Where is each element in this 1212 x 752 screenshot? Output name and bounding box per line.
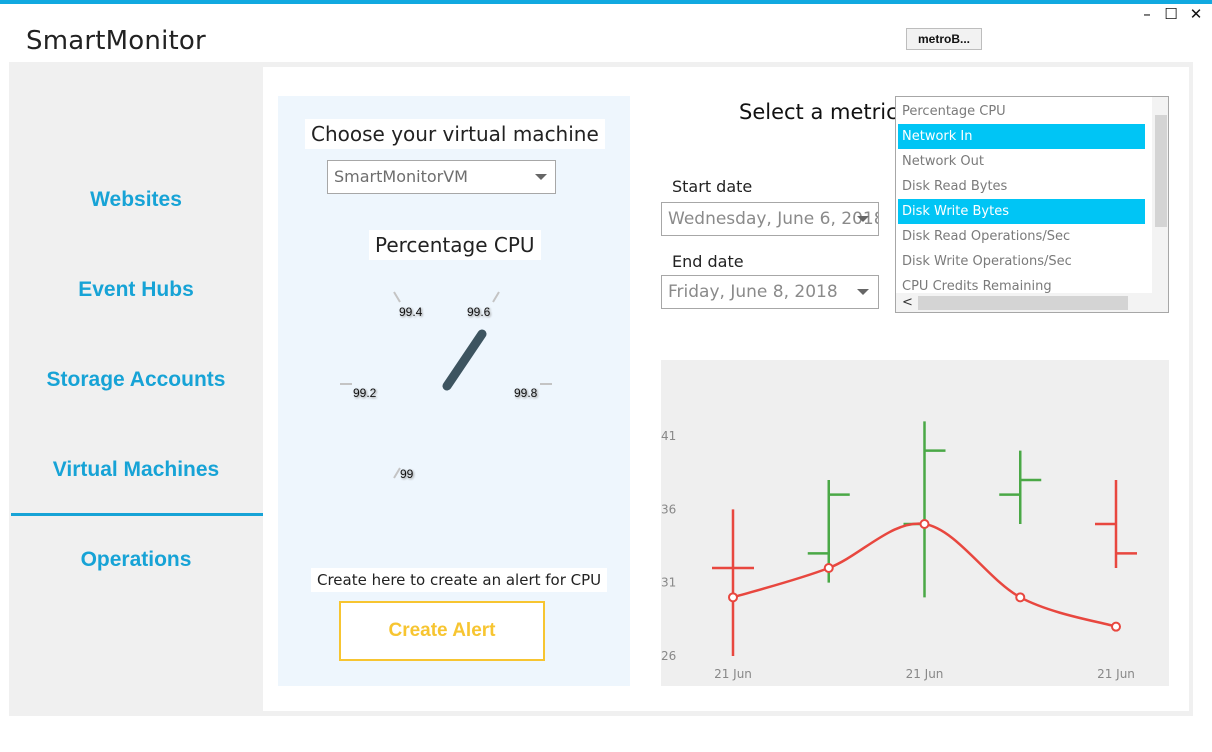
y-tick-label: 31 [661, 576, 676, 590]
chevron-down-icon[interactable] [857, 216, 869, 222]
chevron-down-icon[interactable] [857, 289, 869, 295]
y-tick-label: 26 [661, 649, 676, 663]
end-date-picker[interactable]: Friday, June 8, 2018 [661, 275, 879, 309]
metric-option[interactable]: Disk Write Operations/Sec [898, 249, 1145, 274]
gauge-label-99: 99 [400, 467, 414, 481]
sidebar-selection-indicator [11, 513, 263, 516]
metric-list-horizontal-scrollbar[interactable]: < [896, 293, 1168, 312]
gauge-label-99-6: 99.6 [467, 305, 491, 319]
metric-option[interactable]: Disk Read Operations/Sec [898, 224, 1145, 249]
vm-dropdown-value: SmartMonitorVM [334, 167, 468, 186]
chevron-down-icon[interactable] [535, 174, 547, 180]
start-date-label: Start date [672, 177, 753, 196]
x-tick-label: 21 Jun [714, 667, 752, 681]
gauge-tick [393, 291, 401, 303]
metric-chart: 26 31 36 41 21 Jun 21 Jun 21 Jun [661, 360, 1169, 686]
start-date-value: Wednesday, June 6, 2018 [668, 209, 879, 229]
scrollbar-thumb[interactable] [918, 296, 1128, 310]
sidebar-item-websites[interactable]: Websites [9, 188, 263, 212]
gauge-tick [492, 291, 500, 303]
metric-chart-svg: 26 31 36 41 21 Jun 21 Jun 21 Jun [661, 421, 1137, 681]
metric-list-vertical-scrollbar[interactable] [1152, 97, 1168, 293]
end-date-label: End date [672, 252, 744, 271]
metric-option[interactable]: Network Out [898, 149, 1145, 174]
x-tick-label: 21 Jun [906, 667, 944, 681]
metric-option[interactable]: Network In [898, 124, 1145, 149]
sidebar-item-storage-accounts[interactable]: Storage Accounts [9, 368, 263, 392]
sidebar-item-event-hubs[interactable]: Event Hubs [9, 278, 263, 302]
series-point [823, 563, 834, 573]
metric-listbox[interactable]: Percentage CPU Network In Network Out Di… [895, 96, 1169, 313]
metric-option[interactable]: Disk Read Bytes [898, 174, 1145, 199]
series-point [919, 519, 930, 529]
y-tick-label: 36 [661, 502, 676, 516]
select-metric-label: Select a metric [739, 100, 898, 124]
window-accent-bar [0, 0, 1212, 4]
start-date-picker[interactable]: Wednesday, June 6, 2018 [661, 202, 879, 236]
x-tick-label: 21 Jun [1097, 667, 1135, 681]
series-point [1111, 621, 1121, 632]
create-alert-button[interactable]: Create Alert [339, 601, 545, 661]
theme-button[interactable]: metroB... [906, 28, 982, 50]
vm-dropdown[interactable]: SmartMonitorVM [327, 160, 556, 194]
minimize-icon[interactable]: – [1139, 6, 1155, 22]
metric-option[interactable]: Percentage CPU [898, 99, 1145, 124]
gauge-label-99-2: 99.2 [353, 386, 377, 400]
series-point [1015, 592, 1026, 603]
series-point [728, 592, 738, 603]
sidebar-item-virtual-machines[interactable]: Virtual Machines [9, 458, 263, 482]
end-date-value: Friday, June 8, 2018 [668, 282, 838, 302]
maximize-icon[interactable]: ☐ [1163, 6, 1179, 22]
close-icon[interactable]: ✕ [1188, 6, 1204, 22]
scrollbar-thumb[interactable] [1155, 115, 1167, 227]
metric-option[interactable]: Disk Write Bytes [898, 199, 1145, 224]
alert-hint: Create here to create an alert for CPU [311, 568, 608, 592]
app-title: SmartMonitor [26, 26, 206, 56]
gauge-label-99-8: 99.8 [514, 386, 538, 400]
y-tick-label: 41 [661, 429, 676, 443]
scroll-left-icon[interactable]: < [902, 293, 913, 312]
choose-vm-label: Choose your virtual machine [305, 119, 605, 149]
sidebar-item-operations[interactable]: Operations [9, 548, 263, 572]
gauge-needle [442, 329, 487, 391]
gauge-label-99-4: 99.4 [399, 305, 423, 319]
gauge-title: Percentage CPU [369, 230, 541, 260]
